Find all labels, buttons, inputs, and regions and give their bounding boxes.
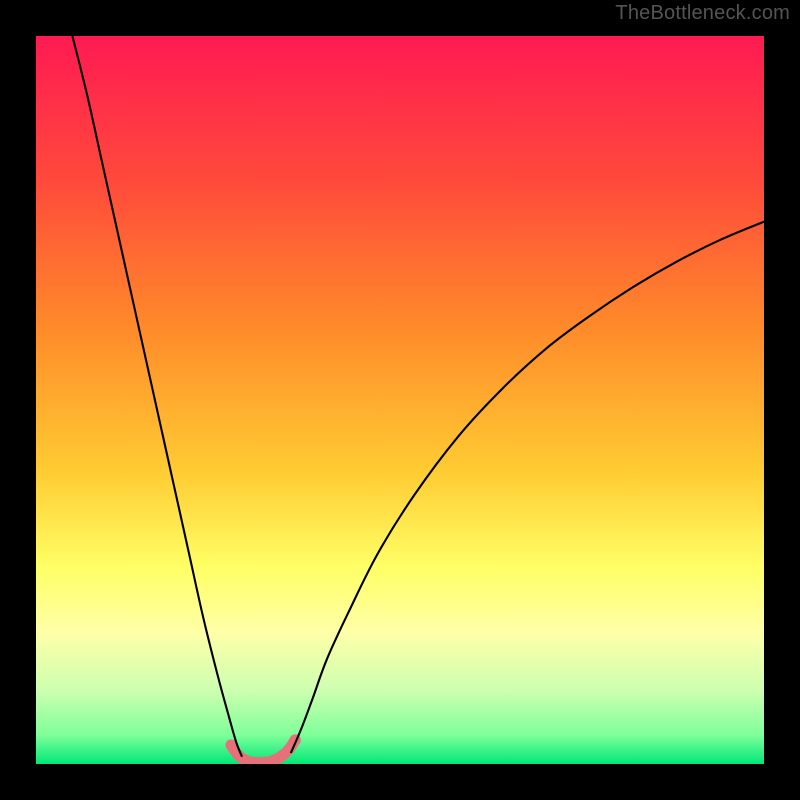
watermark-text: TheBottleneck.com	[615, 2, 790, 25]
chart-svg	[36, 36, 764, 764]
curve-group	[72, 36, 764, 764]
right-branch-line	[291, 222, 764, 753]
left-branch-line	[72, 36, 242, 757]
plot-area	[36, 36, 764, 764]
chart-frame: TheBottleneck.com	[0, 0, 800, 800]
